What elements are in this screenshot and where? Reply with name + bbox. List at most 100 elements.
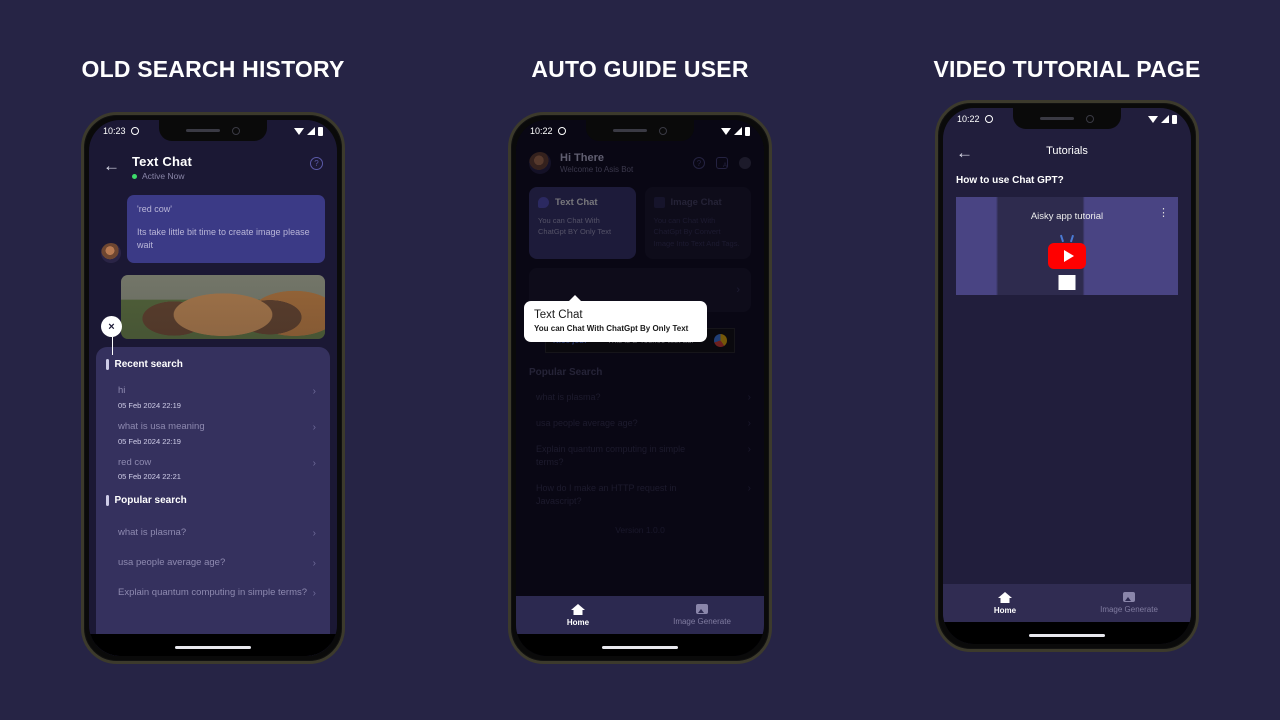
help-circle-icon[interactable]: ? [310, 157, 323, 170]
speaker-icon [186, 129, 220, 132]
panel-video-tutorial: VIDEO TUTORIAL PAGE 10:22 ← Tutorials Ho… [854, 0, 1280, 720]
wifi-icon [1148, 115, 1158, 123]
nav-item-image-generate[interactable]: Image Generate [640, 596, 764, 634]
tooltip-title: Text Chat [534, 309, 583, 321]
video-watermark [1058, 275, 1076, 290]
phone-screen-3: 10:22 ← Tutorials How to use Chat GPT? A… [943, 108, 1191, 644]
status-indicator-icon [557, 127, 566, 135]
screenshot-stage: OLD SEARCH HISTORY 10:23 ← Text Chat Act… [0, 0, 1280, 720]
nav-item-home[interactable]: Home [943, 584, 1067, 622]
phone-mockup-3: 10:22 ← Tutorials How to use Chat GPT? A… [935, 100, 1199, 652]
popular-search-heading: Popular search [96, 495, 330, 507]
phone-notch-1 [159, 120, 267, 141]
panel-old-search-history: OLD SEARCH HISTORY 10:23 ← Text Chat Act… [0, 0, 426, 720]
youtube-antenna-icon [1059, 234, 1075, 243]
nav-label-image: Image Generate [1100, 605, 1158, 614]
nav-label-image: Image Generate [673, 617, 731, 626]
panel-auto-guide-user: AUTO GUIDE USER 10:22 A Text Chat You ca… [427, 0, 853, 720]
avatar [101, 242, 121, 263]
onboarding-tooltip[interactable]: Text Chat You can Chat With ChatGpt By O… [524, 295, 707, 342]
popular-search-label: Popular search [114, 495, 187, 507]
speaker-icon [1040, 117, 1074, 120]
video-title: Aisky app tutorial [1030, 211, 1104, 222]
recent-search-label: Recent search [114, 359, 183, 370]
camera-icon [1086, 114, 1094, 123]
status-left-1: 10:23 [103, 126, 139, 136]
recent-time: 05 Feb 2024 22:19 [118, 400, 181, 410]
home-indicator-3[interactable] [1029, 633, 1105, 637]
chevron-right-icon: › [312, 528, 316, 540]
status-left-3: 10:22 [957, 114, 993, 124]
camera-icon [659, 126, 667, 135]
list-item[interactable]: what is usa meaning 05 Feb 2024 22:19 › [96, 410, 330, 446]
video-player[interactable]: Aisky app tutorial ⋮ [956, 197, 1178, 295]
phone-screen-1: 10:23 ← Text Chat Active Now ? 'red cow'… [89, 120, 337, 656]
image-icon [1123, 592, 1135, 602]
home-indicator-1[interactable] [175, 645, 251, 649]
popular-query: usa people average age? [118, 557, 226, 569]
list-item[interactable]: usa people average age? › [96, 540, 330, 570]
signal-icon [1161, 115, 1169, 123]
recent-time: 05 Feb 2024 22:19 [118, 436, 181, 446]
youtube-play-icon[interactable] [1048, 243, 1086, 269]
status-left-2: 10:22 [530, 126, 566, 136]
nav-item-image-generate[interactable]: Image Generate [1067, 584, 1191, 622]
tutorials-header: ← Tutorials [943, 130, 1191, 161]
generated-cow-image [121, 274, 325, 339]
tutorial-question: How to use Chat GPT? [956, 175, 1064, 186]
chevron-right-icon: › [312, 457, 316, 469]
list-item[interactable]: hi 05 Feb 2024 22:19 › [96, 374, 330, 410]
chat-message-line-2: Its take little bit time to create image… [137, 226, 310, 251]
panel-title-1: OLD SEARCH HISTORY [81, 56, 345, 82]
chat-status: Active Now [132, 171, 192, 181]
nav-label-home: Home [566, 617, 590, 627]
recent-query: hi [118, 385, 126, 396]
chat-message-row: 'red cow' Its take little bit time to cr… [89, 187, 337, 263]
phone-mockup-2: 10:22 Hi There Welcome t [508, 112, 772, 664]
wifi-icon [294, 127, 304, 135]
phone-screen-2: 10:22 Hi There Welcome t [516, 120, 764, 656]
nav-label-home: Home [993, 605, 1017, 615]
status-right-1 [294, 126, 323, 136]
recent-time: 05 Feb 2024 22:21 [118, 472, 181, 482]
online-dot-icon [132, 173, 137, 179]
list-item[interactable]: what is plasma? › [96, 510, 330, 540]
bottom-nav-2: Home Image Generate [516, 596, 764, 634]
recent-query: what is usa meaning [118, 420, 205, 432]
chevron-right-icon: › [312, 588, 316, 600]
phone-notch-2 [586, 120, 694, 141]
recent-search-heading: Recent search [96, 359, 330, 370]
chat-title: Text Chat [132, 154, 193, 169]
nav-item-home[interactable]: Home [516, 596, 640, 634]
wifi-icon [721, 127, 731, 135]
status-indicator-icon [130, 127, 139, 135]
recent-item-text: what is usa meaning 05 Feb 2024 22:19 [118, 421, 205, 446]
list-item[interactable]: red cow 05 Feb 2024 22:21 › [96, 446, 330, 482]
home-icon [572, 604, 585, 615]
search-history-panel: Recent search hi 05 Feb 2024 22:19 › wha… [96, 347, 330, 656]
heading-accent-bar [106, 495, 109, 507]
video-menu-icon[interactable]: ⋮ [1158, 208, 1169, 218]
battery-icon [745, 126, 750, 136]
chat-status-label: Active Now [142, 171, 185, 181]
signal-icon [307, 127, 315, 135]
back-arrow-icon[interactable]: ← [103, 157, 120, 174]
signal-icon [734, 127, 742, 135]
status-time-3: 10:22 [957, 114, 980, 124]
speaker-icon [613, 129, 647, 132]
page-title: Tutorials [1046, 145, 1088, 157]
status-indicator-icon [984, 115, 993, 123]
chat-screen: 10:23 ← Text Chat Active Now ? 'red cow'… [89, 120, 337, 656]
panel-title-3: VIDEO TUTORIAL PAGE [933, 56, 1201, 82]
status-right-2 [721, 126, 750, 136]
image-icon [696, 604, 708, 614]
home-indicator-2[interactable] [602, 645, 678, 649]
close-icon[interactable]: × [101, 316, 122, 355]
spotlight-overlay[interactable] [516, 120, 764, 656]
chat-header-text: Text Chat Active Now [132, 154, 192, 181]
recent-item-text: red cow 05 Feb 2024 22:21 [118, 457, 181, 482]
list-item[interactable]: Explain quantum computing in simple term… [96, 570, 330, 600]
recent-query: red cow [118, 456, 152, 468]
status-right-3 [1148, 114, 1177, 124]
home-screen: 10:22 Hi There Welcome t [516, 120, 764, 656]
